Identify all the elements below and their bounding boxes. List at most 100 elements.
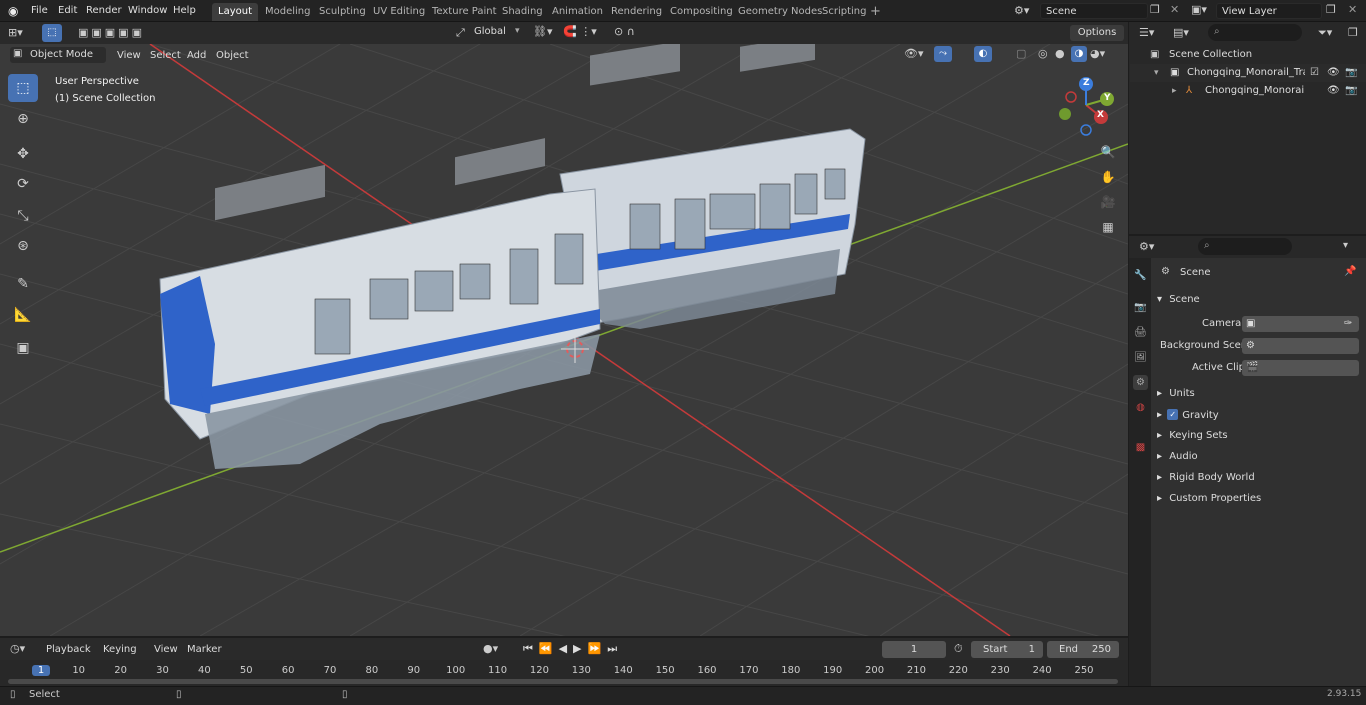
select-tool-mode-icon[interactable]: ⬚ (42, 24, 62, 42)
annotate-tool-icon[interactable]: ✎ (8, 270, 38, 298)
visibility-eye-icon[interactable]: 👁 (1327, 82, 1340, 100)
render-tab-icon[interactable]: 📷 (1133, 300, 1148, 315)
orientation-dropdown[interactable]: Global (474, 26, 506, 37)
pin-icon[interactable]: 📌 (1344, 266, 1356, 277)
transform-orientation-icon[interactable]: ⤢ (456, 26, 465, 40)
camera-view-icon[interactable]: 🎥 (1097, 191, 1119, 213)
ortho-grid-icon[interactable]: ▦ (1097, 216, 1119, 238)
menu-file[interactable]: File (31, 3, 48, 19)
properties-search-input[interactable] (1198, 238, 1292, 255)
tab-scripting[interactable]: Scripting (816, 3, 872, 21)
menu-edit[interactable]: Edit (58, 3, 77, 19)
tab-shading[interactable]: Shading (496, 3, 549, 21)
record-icon[interactable]: ●▾ (483, 642, 498, 655)
timeline-menu-marker[interactable]: Marker (187, 642, 222, 658)
material-preview-icon[interactable]: ◑ (1071, 46, 1087, 62)
viewport-menu-view[interactable]: View (117, 48, 141, 64)
new-view-layer-icon[interactable]: ❐ (1326, 3, 1336, 16)
display-mode-icon[interactable]: ▤▾ (1173, 26, 1189, 39)
timeline-editor-icon[interactable]: ◷▾ (10, 642, 25, 655)
clock-icon[interactable]: ⏱ (954, 642, 963, 656)
menu-render[interactable]: Render (86, 3, 122, 19)
new-collection-icon[interactable]: ❐ (1348, 26, 1358, 39)
scene-selector-icon[interactable]: ⚙▾ (1014, 4, 1029, 17)
timeline-menu-playback[interactable]: Playback (46, 642, 91, 658)
blender-logo-icon[interactable]: ◉ (8, 4, 22, 18)
menu-help[interactable]: Help (173, 3, 196, 19)
panel-gravity[interactable]: ▸ ✓ Gravity (1157, 409, 1219, 421)
overlays-toggle-icon[interactable]: ◐ (974, 46, 992, 62)
editor-type-icon[interactable]: ⊞▾ (8, 26, 23, 39)
tab-layout[interactable]: Layout (212, 3, 258, 21)
delete-view-layer-icon[interactable]: ✕ (1348, 3, 1357, 16)
select-box-tool-icon[interactable]: ⬚ (8, 74, 38, 102)
scene-name-field[interactable]: Scene (1040, 3, 1148, 19)
chevron-down-icon[interactable]: ▾ (1343, 240, 1348, 251)
gravity-checkbox-icon[interactable]: ✓ (1167, 409, 1179, 420)
scale-tool-icon[interactable]: ⤡ (8, 202, 38, 230)
3d-viewport[interactable] (0, 44, 1128, 636)
outliner-object-row[interactable]: ▸ ⅄ Chongqing_Monorail_Tra 👁 📷 (1130, 82, 1366, 100)
include-checkbox-icon[interactable]: ☑ (1310, 64, 1319, 82)
end-frame-field[interactable]: End 250 (1047, 641, 1119, 658)
outliner-search-input[interactable] (1208, 24, 1302, 41)
pan-hand-icon[interactable]: ✋ (1097, 166, 1119, 188)
transform-tool-icon[interactable]: ⊛ (8, 232, 38, 260)
timeline-scrollbar[interactable] (8, 679, 1118, 684)
rotate-tool-icon[interactable]: ⟳ (8, 170, 38, 198)
visibility-eye-icon[interactable]: 👁 (1327, 64, 1340, 82)
filter-icon[interactable]: ⏷▾ (1318, 26, 1332, 40)
panel-audio[interactable]: ▸ Audio (1157, 451, 1198, 462)
eyedropper-icon[interactable]: ✑ (1344, 318, 1352, 329)
tab-rendering[interactable]: Rendering (605, 3, 668, 21)
xray-toggle-icon[interactable]: ▢ (1016, 47, 1026, 60)
object-mode-dropdown[interactable]: Object Mode (10, 47, 106, 63)
rendered-shading-icon[interactable]: ◕▾ (1090, 47, 1105, 60)
gizmo-toggle-icon[interactable]: ⤳ (934, 46, 952, 62)
visibility-icon[interactable]: 👁▾ (904, 47, 924, 60)
outliner-root-row[interactable]: ▣ Scene Collection (1130, 46, 1366, 64)
proportional-edit-icon[interactable]: ⊙ ∩ (614, 25, 635, 38)
viewport-menu-select[interactable]: Select (150, 48, 181, 64)
selection-modes-icon[interactable]: ▣▣▣▣▣ (78, 26, 145, 39)
texture-tab-icon[interactable]: ▩ (1133, 440, 1148, 455)
expand-chevron-icon[interactable]: ▾ (1154, 64, 1159, 82)
tab-geometry-nodes[interactable]: Geometry Nodes (732, 3, 828, 21)
view-layer-icon[interactable]: ▣▾ (1191, 3, 1207, 16)
panel-units[interactable]: ▸ Units (1157, 388, 1195, 399)
output-tab-icon[interactable]: 🖨 (1133, 325, 1148, 340)
background-scene-field[interactable] (1242, 338, 1359, 354)
snap-icon[interactable]: 🧲 ⋮▾ (563, 25, 597, 38)
camera-field[interactable] (1242, 316, 1359, 332)
timeline-menu-view[interactable]: View (154, 642, 178, 658)
options-button[interactable]: Options (1070, 25, 1124, 41)
tab-compositing[interactable]: Compositing (664, 3, 739, 21)
panel-keying-sets[interactable]: ▸ Keying Sets (1157, 430, 1228, 441)
solid-shading-icon[interactable]: ● (1055, 47, 1065, 60)
properties-editor-icon[interactable]: ⚙▾ (1139, 240, 1154, 253)
cursor-tool-icon[interactable]: ⊕ (8, 105, 38, 133)
playback-controls-icon[interactable]: ⏮⏪◀▶⏩⏭ (523, 642, 623, 656)
panel-custom-properties[interactable]: ▸ Custom Properties (1157, 493, 1261, 504)
render-camera-icon[interactable]: 📷 (1345, 64, 1357, 82)
viewport-canvas[interactable] (0, 44, 1128, 636)
tab-sculpting[interactable]: Sculpting (313, 3, 372, 21)
tool-tab-icon[interactable]: 🔧 (1133, 268, 1148, 283)
move-tool-icon[interactable]: ✥ (8, 140, 38, 168)
viewport-menu-object[interactable]: Object (216, 48, 249, 64)
render-camera-icon[interactable]: 📷 (1345, 82, 1357, 100)
tab-uv-editing[interactable]: UV Editing (367, 3, 431, 21)
panel-rigid-body-world[interactable]: ▸ Rigid Body World (1157, 472, 1255, 483)
outliner-editor-icon[interactable]: ☰▾ (1139, 26, 1154, 39)
timeline-menu-keying[interactable]: Keying (103, 642, 137, 658)
current-frame-field[interactable]: 1 (882, 641, 946, 658)
add-workspace-icon[interactable]: + (870, 4, 881, 19)
active-clip-field[interactable] (1242, 360, 1359, 376)
view-layer-field[interactable]: View Layer (1216, 3, 1322, 19)
panel-scene-toggle[interactable]: ▾ Scene (1157, 294, 1200, 305)
expand-chevron-right-icon[interactable]: ▸ (1172, 82, 1177, 100)
start-frame-field[interactable]: Start 1 (971, 641, 1043, 658)
measure-tool-icon[interactable]: 📐 (8, 301, 38, 329)
zoom-icon[interactable]: 🔍 (1097, 141, 1119, 163)
add-cube-tool-icon[interactable]: ▣ (8, 334, 38, 362)
